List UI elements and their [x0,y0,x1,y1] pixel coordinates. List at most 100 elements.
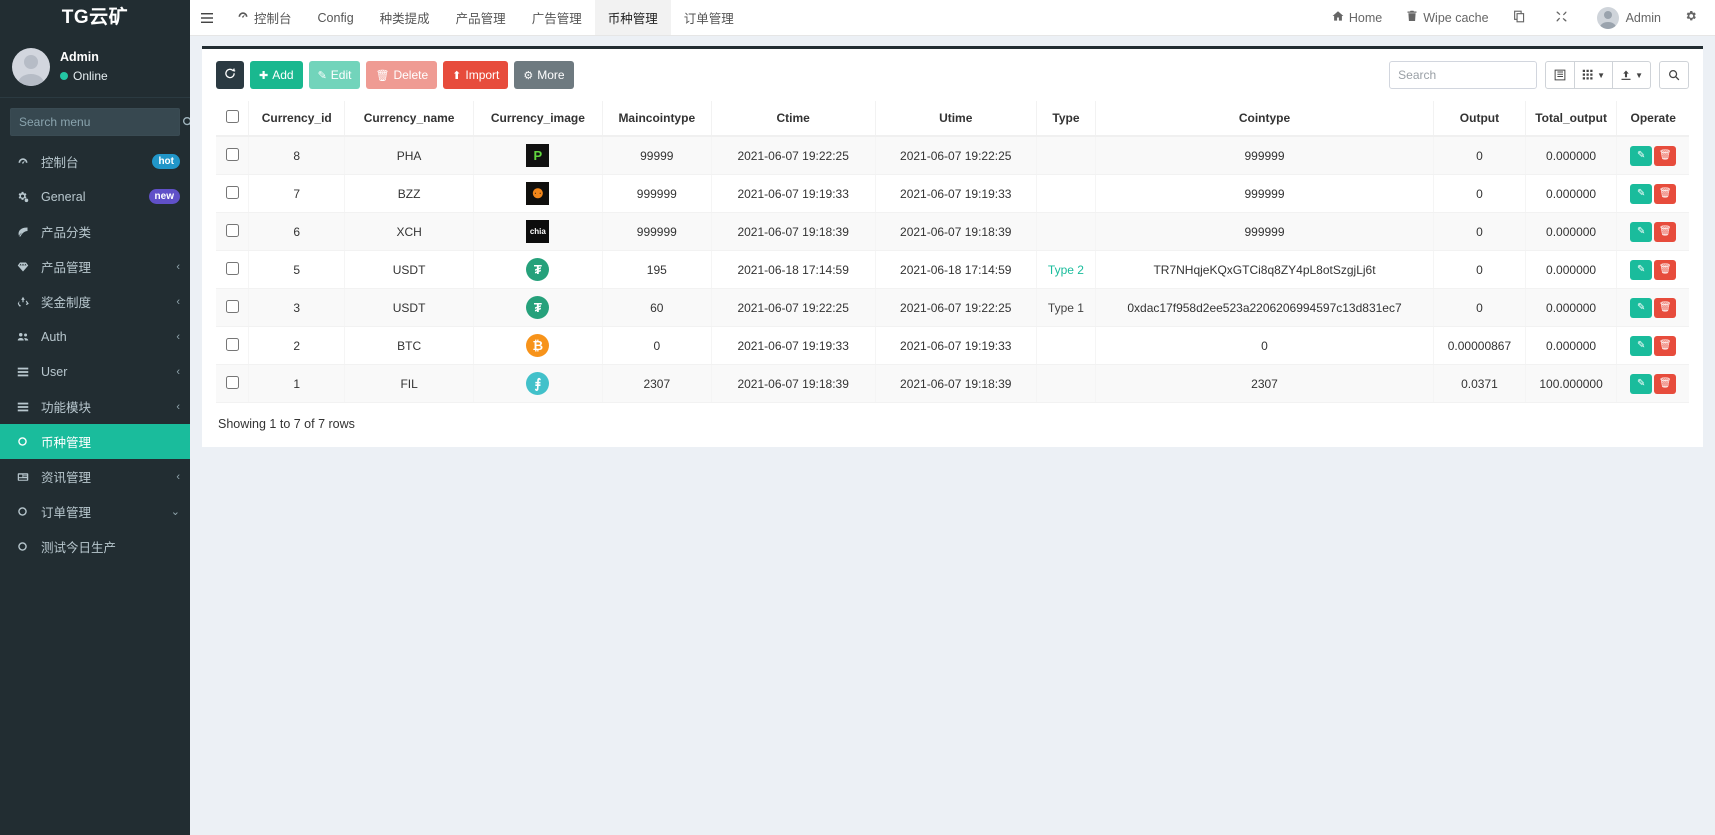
row-delete-button[interactable]: 🗑 [1654,184,1676,204]
nav-right-item-5[interactable] [1673,0,1715,35]
nav-right-item-3[interactable] [1543,0,1585,35]
col-operate[interactable]: Operate [1617,101,1689,136]
row-delete-button[interactable]: 🗑 [1654,374,1676,394]
row-checkbox[interactable] [226,300,239,313]
cell-total-output: 0.000000 [1525,213,1617,251]
row-checkbox[interactable] [226,148,239,161]
table-toolbar: ✚ Add ✎ Edit 🗑 Delete ⬆ Import [216,61,1689,89]
row-edit-button[interactable]: ✎ [1630,374,1652,394]
export-icon[interactable]: ▼ [1613,61,1651,89]
nav-tab-3[interactable]: 产品管理 [443,0,519,35]
cell-utime: 2021-06-07 19:19:33 [875,175,1036,213]
select-all-checkbox[interactable] [226,110,239,123]
col-output[interactable]: Output [1434,101,1526,136]
row-edit-button[interactable]: ✎ [1630,184,1652,204]
refresh-button[interactable] [216,61,244,89]
nav-tab-4[interactable]: 广告管理 [519,0,595,35]
sidebar-item-label: 功能模块 [37,397,176,416]
sidebar-item-10[interactable]: 订单管理⌄ [0,494,190,529]
sidebar-item-7[interactable]: 功能模块‹ [0,389,190,424]
add-button[interactable]: ✚ Add [250,61,303,89]
import-button[interactable]: ⬆ Import [443,61,508,89]
cell-ctime: 2021-06-07 19:19:33 [711,327,875,365]
sidebar-item-9[interactable]: 资讯管理‹ [0,459,190,494]
row-checkbox[interactable] [226,224,239,237]
col-maincointype[interactable]: Maincointype [602,101,711,136]
row-edit-button[interactable]: ✎ [1630,222,1652,242]
sidebar-item-11[interactable]: 测试今日生产 [0,529,190,564]
sidebar-item-4[interactable]: 奖金制度‹ [0,284,190,319]
row-edit-button[interactable]: ✎ [1630,298,1652,318]
sidebar-item-0[interactable]: 控制台hot [0,144,190,179]
col-type[interactable]: Type [1036,101,1095,136]
user-status: Online [60,67,108,85]
row-edit-button[interactable]: ✎ [1630,260,1652,280]
cell-utime: 2021-06-18 17:14:59 [875,251,1036,289]
sidebar-item-1[interactable]: Generalnew [0,179,190,214]
cell-type: Type 2 [1036,251,1095,289]
type-label: Type 2 [1048,263,1084,277]
delete-button[interactable]: 🗑 Delete [366,61,437,89]
table-row[interactable]: 3USDT₮602021-06-07 19:22:252021-06-07 19… [216,289,1689,327]
cell-utime: 2021-06-07 19:18:39 [875,213,1036,251]
nav-tab-5[interactable]: 币种管理 [595,0,671,35]
row-delete-button[interactable]: 🗑 [1654,146,1676,166]
col-currency-name[interactable]: Currency_name [345,101,474,136]
row-checkbox[interactable] [226,262,239,275]
col-cointype[interactable]: Cointype [1095,101,1433,136]
table-row[interactable]: 6XCHchia9999992021-06-07 19:18:392021-06… [216,213,1689,251]
search-button[interactable] [1659,61,1689,89]
grid-icon[interactable]: ▼ [1575,61,1613,89]
row-checkbox[interactable] [226,376,239,389]
table-row[interactable]: 5USDT₮1952021-06-18 17:14:592021-06-18 1… [216,251,1689,289]
data-panel: ✚ Add ✎ Edit 🗑 Delete ⬆ Import [202,46,1703,447]
more-button[interactable]: ⚙ More [514,61,573,89]
table-row[interactable]: 7BZZ⚉9999992021-06-07 19:19:332021-06-07… [216,175,1689,213]
table-row[interactable]: 8PHAP999992021-06-07 19:22:252021-06-07 … [216,136,1689,175]
nav-tab-2[interactable]: 种类提成 [367,0,443,35]
coin-icon: ₮ [526,258,549,281]
cell-currency-name: USDT [345,251,474,289]
col-currency-id[interactable]: Currency_id [249,101,345,136]
coin-icon: ₮ [526,296,549,319]
row-delete-button[interactable]: 🗑 [1654,222,1676,242]
col-total-output[interactable]: Total_output [1525,101,1617,136]
cell-currency-id: 2 [249,327,345,365]
table-search-input[interactable] [1389,61,1537,89]
sidebar-item-3[interactable]: 产品管理‹ [0,249,190,284]
brand-logo[interactable]: TG云矿 [0,0,190,36]
edit-button[interactable]: ✎ Edit [309,61,361,89]
sidebar-item-2[interactable]: 产品分类 [0,214,190,249]
cell-currency-image: chia [473,213,602,251]
nav-right-item-4[interactable]: Admin [1585,0,1673,35]
table-row[interactable]: 2BTC₿02021-06-07 19:19:332021-06-07 19:1… [216,327,1689,365]
row-edit-button[interactable]: ✎ [1630,336,1652,356]
row-delete-button[interactable]: 🗑 [1654,298,1676,318]
row-delete-button[interactable]: 🗑 [1654,260,1676,280]
nav-right-item-0[interactable]: Home [1320,0,1394,35]
row-edit-button[interactable]: ✎ [1630,146,1652,166]
cell-currency-image: ₮ [473,251,602,289]
nav-tab-0[interactable]: 控制台 [224,0,305,35]
nav-right-item-2[interactable] [1501,0,1543,35]
row-delete-button[interactable]: 🗑 [1654,336,1676,356]
sidebar-item-6[interactable]: User‹ [0,354,190,389]
table-row[interactable]: 1FIL⨎23072021-06-07 19:18:392021-06-07 1… [216,365,1689,403]
col-utime[interactable]: Utime [875,101,1036,136]
nav-tab-1[interactable]: Config [305,0,367,35]
row-checkbox[interactable] [226,338,239,351]
upload-icon: ⬆ [452,69,461,82]
menu-search-input[interactable] [11,115,182,129]
nav-right-item-1[interactable]: Wipe cache [1394,0,1500,35]
col-currency-image[interactable]: Currency_image [473,101,602,136]
plus-icon: ✚ [259,69,268,82]
col-ctime[interactable]: Ctime [711,101,875,136]
hamburger-icon[interactable] [190,0,224,35]
row-checkbox[interactable] [226,186,239,199]
sidebar-item-8[interactable]: 币种管理 [0,424,190,459]
circle-icon [17,506,37,517]
sidebar-item-5[interactable]: Auth‹ [0,319,190,354]
user-panel: Admin Online [0,36,190,98]
nav-tab-6[interactable]: 订单管理 [671,0,747,35]
columns-icon[interactable] [1545,61,1575,89]
